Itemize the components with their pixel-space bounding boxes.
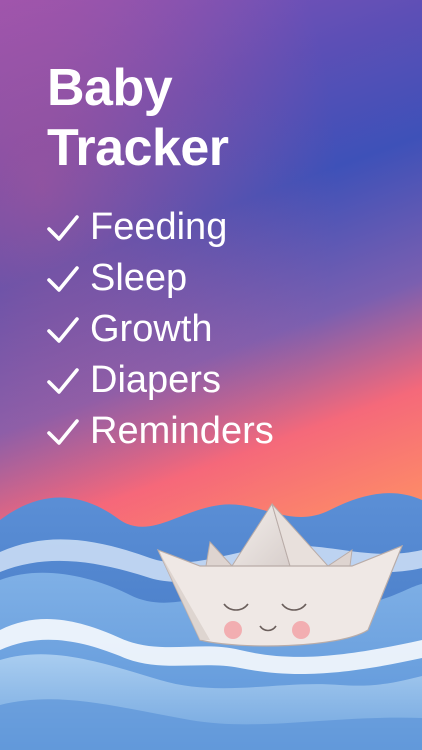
promo-screen: Baby Tracker Feeding Sleep Growth Diaper…: [0, 0, 422, 750]
feature-item-growth: Growth: [44, 304, 274, 355]
check-icon: [47, 214, 79, 241]
check-icon: [47, 367, 79, 394]
feature-item-sleep: Sleep: [44, 253, 274, 304]
feature-label: Reminders: [90, 410, 274, 452]
watercolor-waves-illustration: [0, 493, 422, 750]
app-title-line-2: Tracker: [47, 119, 229, 177]
check-icon: [47, 418, 79, 445]
feature-item-diapers: Diapers: [44, 355, 274, 406]
app-title-line-1: Baby: [47, 59, 173, 117]
feature-label: Diapers: [90, 359, 221, 401]
feature-label: Growth: [90, 308, 213, 350]
feature-item-feeding: Feeding: [44, 202, 274, 253]
feature-list: Feeding Sleep Growth Diapers Reminders: [44, 202, 274, 457]
check-icon: [47, 316, 79, 343]
check-icon: [47, 265, 79, 292]
feature-item-reminders: Reminders: [44, 406, 274, 457]
feature-label: Sleep: [90, 257, 188, 299]
app-title: Baby Tracker: [47, 58, 229, 178]
feature-label: Feeding: [90, 206, 228, 248]
